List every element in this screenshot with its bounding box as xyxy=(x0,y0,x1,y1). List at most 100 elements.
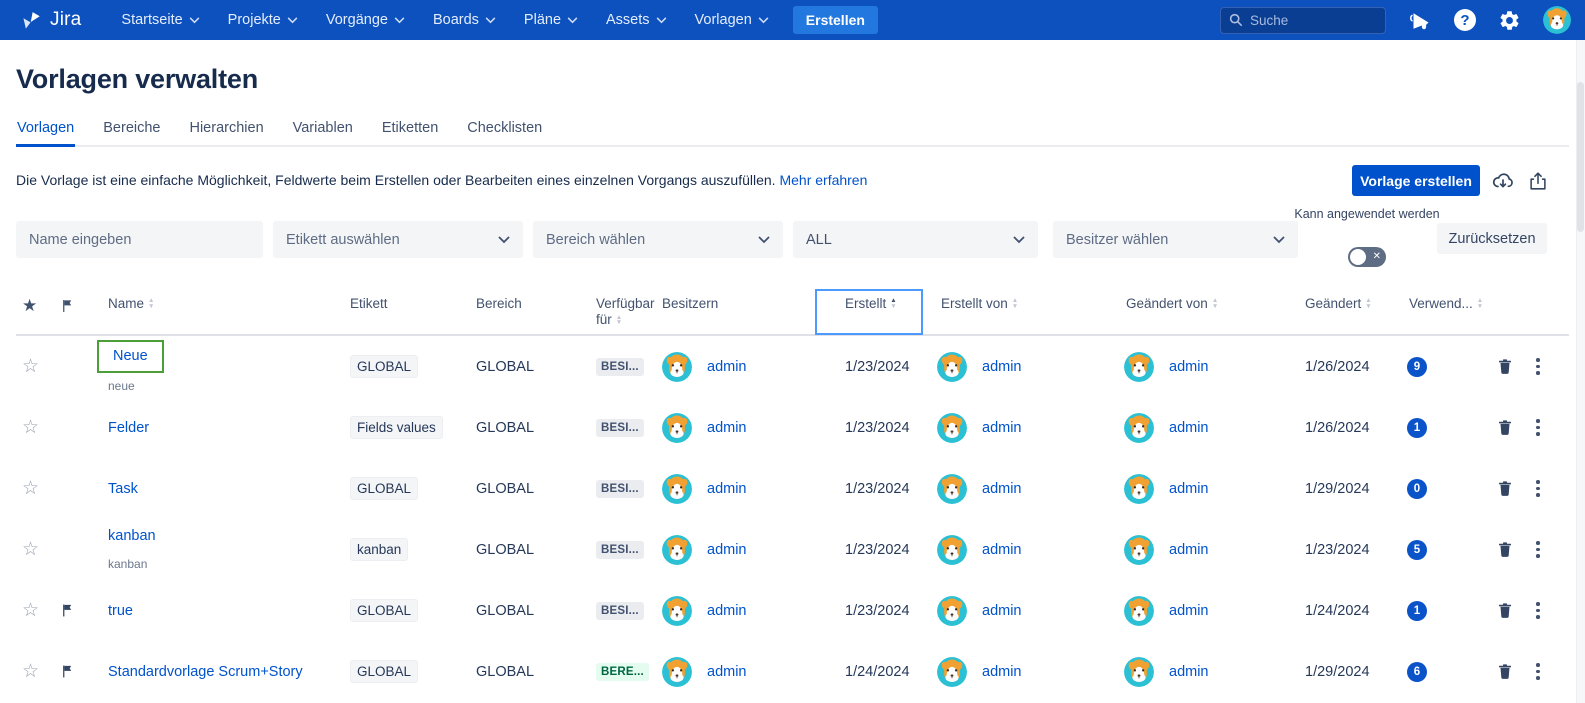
header-besitzern[interactable]: Besitzern xyxy=(652,289,840,311)
chevron-down-icon xyxy=(189,17,200,24)
header-erstellt[interactable]: Erstellt ▲▼ xyxy=(840,289,935,311)
row-menu-kebab-icon[interactable] xyxy=(1534,417,1542,438)
nav-item-boards[interactable]: Boards xyxy=(419,0,510,40)
header-geaendert[interactable]: Geändert ▲▼ xyxy=(1295,289,1395,311)
row-menu-kebab-icon[interactable] xyxy=(1534,600,1542,621)
template-name-link[interactable]: true xyxy=(108,603,133,619)
row-menu-kebab-icon[interactable] xyxy=(1534,661,1542,682)
template-name-link[interactable]: Standardvorlage Scrum+Story xyxy=(108,664,303,680)
create-button[interactable]: Erstellen xyxy=(793,6,878,34)
modifier-link[interactable]: admin xyxy=(1169,603,1209,619)
favorite-star-icon[interactable]: ☆ xyxy=(16,416,39,439)
header-erstellt-von[interactable]: Erstellt von ▲▼ xyxy=(935,289,1120,311)
type-filter-select[interactable]: ALL xyxy=(793,221,1038,258)
jira-logo[interactable]: Jira xyxy=(20,9,81,32)
nav-item-assets[interactable]: Assets xyxy=(592,0,681,40)
label-filter-select[interactable]: Etikett auswählen xyxy=(273,221,523,258)
user-avatar[interactable] xyxy=(1543,6,1571,34)
modifier-link[interactable]: admin xyxy=(1169,664,1209,680)
nav-item-vorgnge[interactable]: Vorgänge xyxy=(312,0,419,40)
creator-link[interactable]: admin xyxy=(982,664,1022,680)
settings-gear-icon[interactable] xyxy=(1498,9,1521,32)
template-name-link[interactable]: Felder xyxy=(108,420,149,436)
delete-trash-icon[interactable] xyxy=(1496,357,1514,376)
delete-trash-icon[interactable] xyxy=(1496,601,1514,620)
delete-trash-icon[interactable] xyxy=(1496,540,1514,559)
delete-trash-icon[interactable] xyxy=(1496,418,1514,437)
announcements-icon[interactable] xyxy=(1408,8,1432,32)
header-etikett[interactable]: Etikett xyxy=(344,289,470,311)
modifier-link[interactable]: admin xyxy=(1169,481,1209,497)
name-filter-input[interactable] xyxy=(29,232,250,248)
header-verwendungen[interactable]: Verwend... ▲▼ xyxy=(1395,289,1480,311)
import-cloud-download-icon[interactable] xyxy=(1491,169,1515,198)
owner-link[interactable]: admin xyxy=(707,603,747,619)
row-menu-kebab-icon[interactable] xyxy=(1534,478,1542,499)
row-menu-kebab-icon[interactable] xyxy=(1534,539,1542,560)
nav-item-plne[interactable]: Pläne xyxy=(510,0,592,40)
tab-checklisten[interactable]: Checklisten xyxy=(466,111,543,145)
tab-etiketten[interactable]: Etiketten xyxy=(381,111,439,145)
header-bereich[interactable]: Bereich xyxy=(470,289,590,311)
creator-link[interactable]: admin xyxy=(982,481,1022,497)
scrollbar-track[interactable] xyxy=(1576,40,1585,703)
reset-button[interactable]: Zurücksetzen xyxy=(1437,223,1547,254)
tab-variablen[interactable]: Variablen xyxy=(292,111,354,145)
search-input[interactable] xyxy=(1250,13,1360,28)
create-template-button[interactable]: Vorlage erstellen xyxy=(1352,165,1480,196)
tab-vorlagen[interactable]: Vorlagen xyxy=(16,111,75,145)
creator-link[interactable]: admin xyxy=(982,359,1022,375)
owner-link[interactable]: admin xyxy=(707,481,747,497)
owner-link[interactable]: admin xyxy=(707,359,747,375)
help-icon[interactable]: ? xyxy=(1454,9,1476,31)
table-body: ☆ Neue neue GLOBAL GLOBAL BESI... admin … xyxy=(16,336,1569,702)
modifier-link[interactable]: admin xyxy=(1169,359,1209,375)
template-name-link[interactable]: Neue xyxy=(113,348,148,364)
nav-item-projekte[interactable]: Projekte xyxy=(214,0,312,40)
modifier-link[interactable]: admin xyxy=(1169,420,1209,436)
favorite-star-icon[interactable]: ☆ xyxy=(16,599,39,622)
modifier-link[interactable]: admin xyxy=(1169,542,1209,558)
name-filter[interactable] xyxy=(16,221,263,258)
row-menu-kebab-icon[interactable] xyxy=(1534,356,1542,377)
geaendert-von-cell: admin xyxy=(1124,474,1295,504)
erstellt-date: 1/23/2024 xyxy=(845,603,910,619)
sort-icon: ▲▼ xyxy=(1365,298,1371,309)
favorite-column-star-icon[interactable]: ★ xyxy=(16,289,60,316)
scrollbar-thumb[interactable] xyxy=(1577,82,1584,232)
delete-trash-icon[interactable] xyxy=(1496,662,1514,681)
tab-bereiche[interactable]: Bereiche xyxy=(102,111,161,145)
header-actions xyxy=(1480,289,1560,296)
export-share-icon[interactable] xyxy=(1527,169,1549,198)
nav-item-vorlagen[interactable]: Vorlagen xyxy=(681,0,783,40)
favorite-star-icon[interactable]: ☆ xyxy=(16,660,39,683)
learn-more-link[interactable]: Mehr erfahren xyxy=(779,172,867,188)
tab-hierarchien[interactable]: Hierarchien xyxy=(188,111,264,145)
can-apply-toggle[interactable]: ✕ xyxy=(1348,247,1386,267)
header-geaendert-von[interactable]: Geändert von ▲▼ xyxy=(1120,289,1295,311)
delete-trash-icon[interactable] xyxy=(1496,479,1514,498)
favorite-star-icon[interactable]: ☆ xyxy=(16,477,39,500)
favorite-star-icon[interactable]: ☆ xyxy=(16,538,39,561)
nav-item-startseite[interactable]: Startseite xyxy=(107,0,213,40)
template-name-link[interactable]: Task xyxy=(108,481,138,497)
header-verfuegbar-fuer[interactable]: Verfügbar für▲▼ xyxy=(590,289,652,328)
flag-column-flag-icon[interactable] xyxy=(60,289,94,314)
owner-link[interactable]: admin xyxy=(707,664,747,680)
creator-link[interactable]: admin xyxy=(982,420,1022,436)
search-box[interactable] xyxy=(1220,7,1386,34)
verfuegbar-lozenge: BESI... xyxy=(596,602,644,620)
row-actions xyxy=(1480,417,1560,438)
dog-avatar xyxy=(1543,6,1571,34)
favorite-star-icon[interactable]: ☆ xyxy=(16,355,39,378)
owner-link[interactable]: admin xyxy=(707,542,747,558)
besitzer-cell: admin xyxy=(662,474,840,504)
creator-link[interactable]: admin xyxy=(982,603,1022,619)
header-name[interactable]: Name ▲▼ xyxy=(94,289,344,311)
template-name-link[interactable]: kanban xyxy=(108,528,156,544)
owner-filter-select[interactable]: Besitzer wählen xyxy=(1053,221,1298,258)
owner-link[interactable]: admin xyxy=(707,420,747,436)
owner-filter-value: Besitzer wählen xyxy=(1066,232,1168,248)
scope-filter-select[interactable]: Bereich wählen xyxy=(533,221,783,258)
creator-link[interactable]: admin xyxy=(982,542,1022,558)
